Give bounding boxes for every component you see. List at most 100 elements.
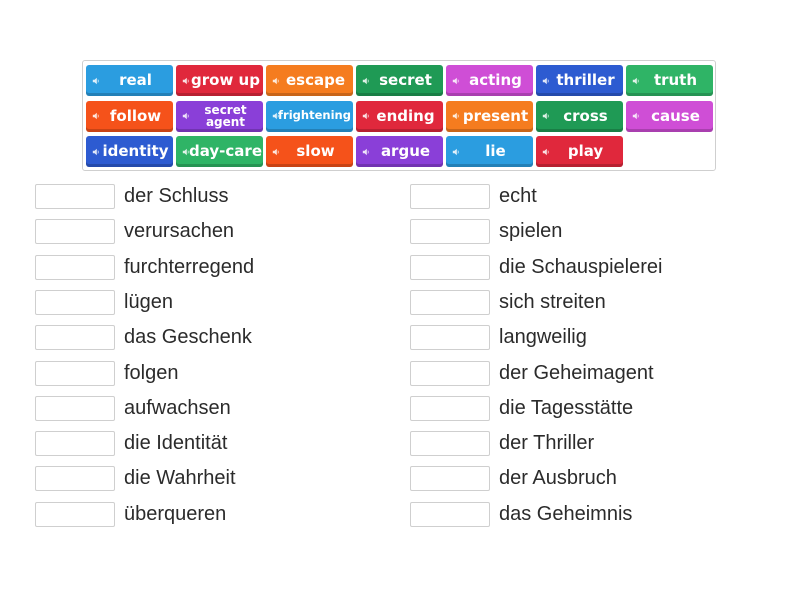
match-row: langweilig: [410, 324, 587, 351]
match-row: überqueren: [35, 501, 226, 528]
drop-box[interactable]: [410, 395, 490, 421]
speaker-icon[interactable]: [92, 148, 100, 156]
word-tile[interactable]: cause: [626, 100, 713, 132]
speaker-icon[interactable]: [272, 148, 280, 156]
drop-box[interactable]: [410, 360, 490, 386]
drop-box[interactable]: [35, 289, 115, 315]
speaker-icon[interactable]: [632, 112, 640, 120]
word-tile[interactable]: present: [446, 100, 533, 132]
word-tile[interactable]: cross: [536, 100, 623, 132]
drop-box[interactable]: [410, 254, 490, 280]
target-word: der Geheimagent: [499, 361, 654, 384]
target-word: die Schauspielerei: [499, 255, 663, 278]
match-row: die Identität: [35, 430, 227, 457]
word-tile-label: escape: [285, 71, 346, 89]
drop-box[interactable]: [35, 501, 115, 527]
match-row: die Schauspielerei: [410, 254, 662, 281]
word-tile[interactable]: grow up: [176, 65, 263, 96]
target-word: aufwachsen: [124, 396, 231, 419]
word-tile-label: cause: [651, 106, 700, 125]
word-tile-label: follow: [109, 106, 162, 125]
target-word: der Thriller: [499, 432, 595, 455]
target-word: sich streiten: [499, 290, 606, 313]
word-tile[interactable]: escape: [266, 65, 353, 96]
match-row: die Wahrheit: [35, 465, 236, 492]
word-tile-label: thriller: [556, 71, 615, 89]
speaker-icon[interactable]: [272, 77, 280, 85]
drop-box[interactable]: [35, 254, 115, 280]
speaker-icon[interactable]: [272, 112, 280, 120]
word-tile-label: play: [567, 142, 604, 160]
drop-box[interactable]: [410, 184, 490, 209]
word-tile[interactable]: real: [86, 65, 173, 96]
target-word: der Schluss: [124, 185, 229, 207]
speaker-icon[interactable]: [452, 112, 460, 120]
drop-box[interactable]: [35, 360, 115, 386]
speaker-icon[interactable]: [452, 148, 460, 156]
drop-box[interactable]: [35, 431, 115, 457]
drop-box[interactable]: [35, 395, 115, 421]
drop-box[interactable]: [35, 184, 115, 209]
speaker-icon[interactable]: [542, 77, 550, 85]
word-tile-label: lie: [485, 142, 506, 160]
speaker-icon[interactable]: [452, 77, 460, 85]
speaker-icon[interactable]: [92, 77, 100, 85]
match-row: das Geschenk: [35, 324, 252, 351]
word-tile[interactable]: day-care: [176, 136, 263, 167]
speaker-icon[interactable]: [362, 148, 370, 156]
drop-box[interactable]: [410, 219, 490, 245]
word-tile-label: identity: [102, 142, 169, 160]
speaker-icon[interactable]: [182, 148, 190, 156]
word-tile[interactable]: play: [536, 136, 623, 167]
target-word: lügen: [124, 290, 173, 313]
word-tile-label: slow: [296, 142, 335, 160]
match-row: die Tagesstätte: [410, 395, 633, 422]
match-row: der Ausbruch: [410, 465, 617, 492]
word-tile-label: truth: [653, 71, 698, 89]
target-word: folgen: [124, 361, 179, 384]
speaker-icon[interactable]: [542, 148, 550, 156]
drop-box[interactable]: [410, 466, 490, 492]
word-tile[interactable]: thriller: [536, 65, 623, 96]
word-tile[interactable]: identity: [86, 136, 173, 167]
speaker-icon[interactable]: [182, 112, 190, 120]
word-tile[interactable]: ending: [356, 100, 443, 132]
word-tile-label: secret agent: [204, 103, 247, 129]
word-tile[interactable]: argue: [356, 136, 443, 167]
match-row: der Schluss: [35, 183, 229, 210]
speaker-icon[interactable]: [632, 77, 640, 85]
word-tile[interactable]: truth: [626, 65, 713, 96]
target-word: die Wahrheit: [124, 467, 236, 490]
word-tile[interactable]: follow: [86, 100, 173, 132]
speaker-icon[interactable]: [182, 77, 190, 85]
word-tile-label: ending: [376, 106, 435, 125]
drop-box[interactable]: [35, 219, 115, 245]
speaker-icon[interactable]: [92, 112, 100, 120]
target-word: das Geschenk: [124, 326, 252, 349]
target-word: der Ausbruch: [499, 467, 617, 490]
speaker-icon[interactable]: [362, 77, 370, 85]
drop-box[interactable]: [410, 289, 490, 315]
word-tile-label: present: [462, 106, 529, 125]
target-word: überqueren: [124, 502, 227, 525]
target-word: langweilig: [499, 326, 587, 349]
word-tile-label: real: [119, 71, 152, 89]
word-tile[interactable]: lie: [446, 136, 533, 167]
word-tile-label: frightening: [278, 108, 351, 123]
drop-box[interactable]: [35, 325, 115, 351]
word-tile[interactable]: slow: [266, 136, 353, 167]
word-tile[interactable]: secret agent: [176, 100, 263, 132]
match-row: sich streiten: [410, 289, 606, 316]
word-tile-label: cross: [563, 106, 608, 125]
drop-box[interactable]: [410, 325, 490, 351]
drop-box[interactable]: [35, 466, 115, 492]
speaker-icon[interactable]: [362, 112, 370, 120]
word-tile-label: acting: [469, 71, 522, 89]
drop-box[interactable]: [410, 431, 490, 457]
word-tile[interactable]: acting: [446, 65, 533, 96]
match-row: aufwachsen: [35, 395, 231, 422]
word-tile[interactable]: frightening: [266, 100, 353, 132]
drop-box[interactable]: [410, 501, 490, 527]
speaker-icon[interactable]: [542, 112, 550, 120]
word-tile[interactable]: secret: [356, 65, 443, 96]
